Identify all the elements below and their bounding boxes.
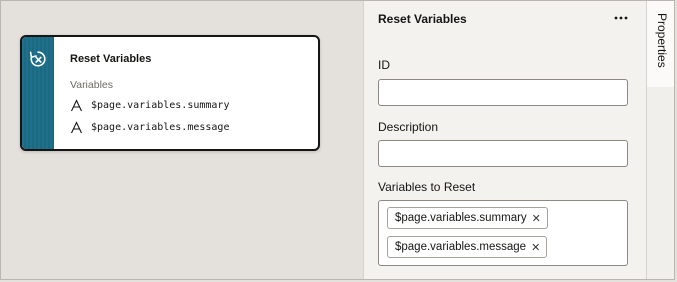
reset-variables-action-card[interactable]: Reset Variables Variables $page.variable… bbox=[20, 35, 320, 151]
string-type-icon bbox=[71, 98, 82, 111]
string-type-icon bbox=[71, 120, 82, 133]
reset-variables-icon bbox=[29, 51, 46, 67]
card-section-label: Variables bbox=[70, 79, 113, 91]
close-icon[interactable]: ✕ bbox=[531, 241, 540, 254]
tab-properties[interactable]: Properties bbox=[647, 1, 674, 87]
description-field[interactable] bbox=[378, 140, 628, 167]
card-variable-row: $page.variables.summary bbox=[70, 97, 229, 113]
card-accent-strip bbox=[22, 37, 54, 149]
tab-properties-label: Properties bbox=[655, 13, 669, 68]
side-tab-rail: Properties bbox=[646, 1, 674, 279]
card-variable-name: $page.variables.message bbox=[91, 121, 230, 133]
chip-label: $page.variables.summary bbox=[395, 212, 527, 224]
card-variable-row: $page.variables.message bbox=[70, 119, 229, 135]
more-options-button[interactable] bbox=[610, 10, 632, 26]
properties-panel: Reset Variables ID Description Variables… bbox=[363, 1, 646, 279]
chip-label: $page.variables.message bbox=[395, 241, 527, 253]
card-title: Reset Variables bbox=[70, 53, 152, 65]
variables-to-reset-input[interactable]: $page.variables.summary ✕ $page.variable… bbox=[378, 200, 628, 266]
more-options-icon bbox=[614, 16, 628, 20]
description-label: Description bbox=[378, 120, 439, 134]
variables-to-reset-label: Variables to Reset bbox=[378, 180, 476, 194]
variable-chip[interactable]: $page.variables.message ✕ bbox=[387, 236, 548, 258]
close-icon[interactable]: ✕ bbox=[532, 212, 541, 225]
panel-title: Reset Variables bbox=[378, 12, 467, 26]
designer-window: Reset Variables Variables $page.variable… bbox=[0, 0, 675, 280]
id-label: ID bbox=[378, 58, 390, 72]
card-variable-name: $page.variables.summary bbox=[91, 99, 230, 111]
id-field[interactable] bbox=[378, 79, 628, 106]
variable-chip[interactable]: $page.variables.summary ✕ bbox=[387, 207, 548, 229]
